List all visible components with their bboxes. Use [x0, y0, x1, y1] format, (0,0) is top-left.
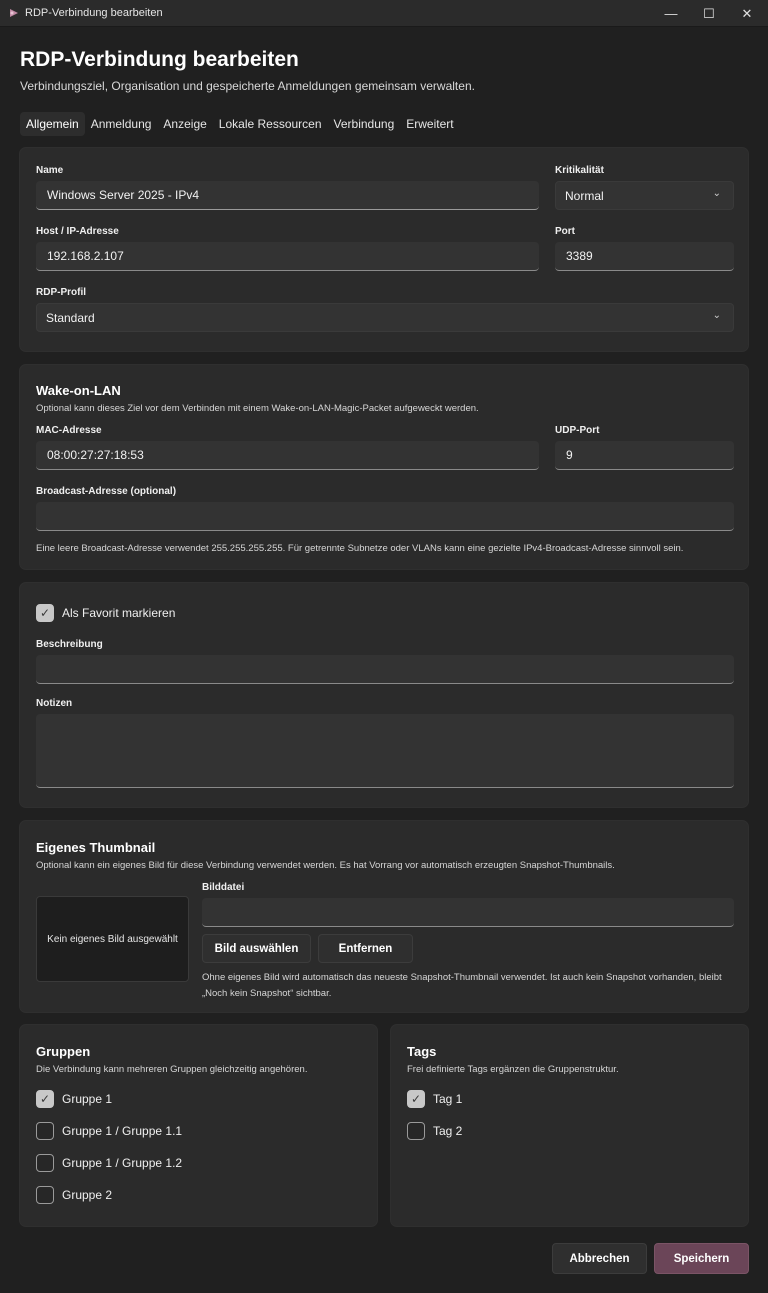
group-item[interactable]: Gruppe 1 / Gruppe 1.1 [36, 1122, 182, 1140]
group-item[interactable]: Gruppe 2 [36, 1186, 112, 1204]
criticality-select[interactable]: Normal ⌄ [555, 181, 734, 210]
checkbox-checked[interactable]: ✓ [36, 604, 54, 622]
broadcast-note: Eine leere Broadcast-Adresse verwendet 2… [36, 543, 684, 554]
app-icon [10, 9, 18, 17]
host-input[interactable]: 192.168.2.107 [36, 242, 539, 271]
choose-image-button[interactable]: Bild auswählen [202, 934, 311, 963]
notes-textarea[interactable] [36, 714, 734, 788]
checkbox-unchecked[interactable] [36, 1186, 54, 1204]
rdp-profile-label: RDP-Profil [36, 287, 86, 298]
notes-label: Notizen [36, 698, 73, 709]
details-card: ✓ Als Favorit markieren Beschreibung Not… [19, 582, 749, 808]
checkbox-unchecked[interactable] [36, 1122, 54, 1140]
udp-port-input[interactable]: 9 [555, 441, 734, 470]
checkmark-icon: ✓ [39, 606, 51, 620]
name-label: Name [36, 165, 64, 176]
mac-label: MAC-Adresse [36, 425, 102, 436]
name-input[interactable]: Windows Server 2025 - IPv4 [36, 181, 539, 210]
group-label: Gruppe 1 [62, 1092, 113, 1106]
tab-anmeldung[interactable]: Anmeldung [85, 112, 158, 136]
save-button[interactable]: Speichern [654, 1243, 749, 1274]
tags-description: Frei definierte Tags ergänzen die Gruppe… [407, 1064, 619, 1075]
tags-title: Tags [407, 1044, 437, 1059]
checkbox-checked[interactable]: ✓ [36, 1090, 54, 1108]
tab-erweitert[interactable]: Erweitert [400, 112, 459, 136]
wake-on-lan-card: Wake-on-LAN Optional kann dieses Ziel vo… [19, 364, 749, 570]
thumbnail-placeholder: Kein eigenes Bild ausgewählt [47, 933, 178, 945]
tab-lokale-ressourcen[interactable]: Lokale Ressourcen [213, 112, 328, 136]
checkbox-unchecked[interactable] [36, 1154, 54, 1172]
cancel-button[interactable]: Abbrechen [552, 1243, 647, 1274]
group-item[interactable]: ✓ Gruppe 1 [36, 1090, 112, 1108]
general-card: Name Windows Server 2025 - IPv4 Kritikal… [19, 147, 749, 352]
favorite-label: Als Favorit markieren [62, 606, 176, 620]
port-label: Port [555, 226, 575, 237]
minimize-icon: — [664, 6, 678, 21]
thumbnail-title: Eigenes Thumbnail [36, 840, 156, 855]
image-file-label: Bilddatei [202, 882, 245, 893]
description-label: Beschreibung [36, 639, 103, 650]
wol-title: Wake-on-LAN [36, 383, 121, 398]
checkbox-checked[interactable]: ✓ [407, 1090, 425, 1108]
checkmark-icon: ✓ [39, 1092, 51, 1106]
port-input[interactable]: 3389 [555, 242, 734, 271]
checkmark-icon: ✓ [410, 1092, 422, 1106]
group-item[interactable]: Gruppe 1 / Gruppe 1.2 [36, 1154, 182, 1172]
tag-label: Tag 1 [433, 1092, 463, 1106]
group-label: Gruppe 1 / Gruppe 1.1 [62, 1124, 183, 1138]
broadcast-input[interactable] [36, 502, 734, 531]
tab-allgemein[interactable]: Allgemein [20, 112, 85, 136]
mac-input[interactable]: 08:00:27:27:18:53 [36, 441, 539, 470]
groups-card: Gruppen Die Verbindung kann mehreren Gru… [19, 1024, 378, 1227]
page-title: RDP-Verbindung bearbeiten [20, 48, 299, 71]
thumbnail-card: Eigenes Thumbnail Optional kann ein eige… [19, 820, 749, 1013]
chevron-down-icon: ⌄ [712, 188, 721, 199]
wol-description: Optional kann dieses Ziel vor dem Verbin… [36, 403, 479, 414]
groups-title: Gruppen [36, 1044, 91, 1059]
rdp-profile-select[interactable]: Standard ⌄ [36, 303, 734, 332]
tab-anzeige[interactable]: Anzeige [157, 112, 212, 136]
window-title: RDP-Verbindung bearbeiten [25, 7, 163, 19]
tag-item[interactable]: ✓ Tag 1 [407, 1090, 462, 1108]
page-subtitle: Verbindungsziel, Organisation und gespei… [20, 79, 475, 93]
chevron-down-icon: ⌄ [712, 310, 721, 321]
criticality-value: Normal [565, 189, 604, 203]
maximize-button[interactable]: ☐ [690, 0, 728, 27]
tags-card: Tags Frei definierte Tags ergänzen die G… [390, 1024, 749, 1227]
checkbox-unchecked[interactable] [407, 1122, 425, 1140]
close-button[interactable]: ✕ [728, 0, 766, 27]
thumbnail-note: Ohne eigenes Bild wird automatisch das n… [202, 972, 722, 999]
title-bar: RDP-Verbindung bearbeiten — ☐ ✕ [0, 0, 768, 27]
tab-bar: Allgemein Anmeldung Anzeige Lokale Resso… [20, 112, 460, 136]
groups-description: Die Verbindung kann mehreren Gruppen gle… [36, 1064, 308, 1075]
rdp-profile-value: Standard [46, 311, 95, 325]
favorite-checkbox[interactable]: ✓ Als Favorit markieren [36, 604, 175, 622]
tag-label: Tag 2 [433, 1124, 463, 1138]
criticality-label: Kritikalität [555, 165, 604, 176]
minimize-button[interactable]: — [652, 0, 690, 27]
host-label: Host / IP-Adresse [36, 226, 119, 237]
group-label: Gruppe 2 [62, 1188, 113, 1202]
thumbnail-description: Optional kann ein eigenes Bild für diese… [36, 860, 615, 871]
tab-verbindung[interactable]: Verbindung [328, 112, 401, 136]
remove-image-button[interactable]: Entfernen [318, 934, 413, 963]
image-file-input[interactable] [202, 898, 734, 927]
close-icon: ✕ [741, 5, 753, 21]
thumbnail-preview: Kein eigenes Bild ausgewählt [36, 896, 189, 982]
broadcast-label: Broadcast-Adresse (optional) [36, 486, 177, 497]
maximize-icon: ☐ [703, 5, 715, 21]
udp-port-label: UDP-Port [555, 425, 600, 436]
description-input[interactable] [36, 655, 734, 684]
tag-item[interactable]: Tag 2 [407, 1122, 462, 1140]
group-label: Gruppe 1 / Gruppe 1.2 [62, 1156, 183, 1170]
